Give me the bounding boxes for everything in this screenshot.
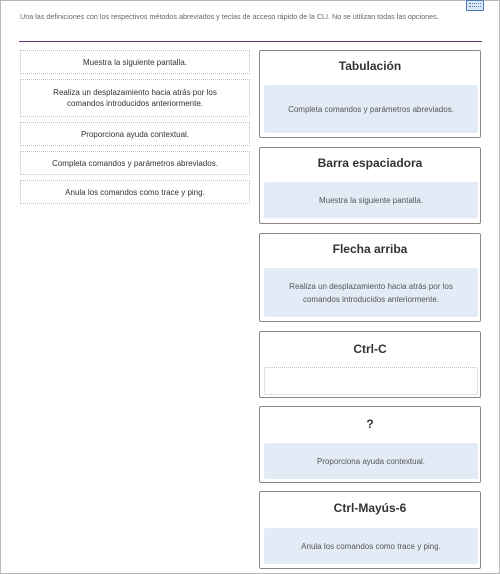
target-label: Barra espaciadora (317, 156, 423, 170)
drop-zone[interactable]: Completa comandos y parámetros abreviado… (264, 85, 478, 133)
keyboard-icon[interactable] (466, 0, 484, 11)
instructions-text: Una las definiciones con los respectivos… (20, 12, 439, 21)
target-question-mark: ? Proporciona ayuda contextual. (259, 406, 481, 483)
drop-zone[interactable]: Muestra la siguiente pantalla. (264, 182, 478, 218)
drop-zone-empty[interactable] (264, 367, 478, 395)
target-ctrl-mayus-6: Ctrl-Mayús-6 Anula los comandos como tra… (259, 491, 481, 569)
option-item[interactable]: Completa comandos y parámetros abreviado… (20, 151, 250, 175)
drop-zone[interactable]: Realiza un desplazamiento hacia atrás po… (264, 268, 478, 317)
option-item[interactable]: Muestra la siguiente pantalla. (20, 50, 250, 74)
target-ctrl-c: Ctrl-C (259, 331, 481, 398)
drop-zone[interactable]: Anula los comandos como trace y ping. (264, 528, 478, 564)
target-barra-espaciadora: Barra espaciadora Muestra la siguiente p… (259, 147, 481, 224)
option-item[interactable]: Anula los comandos como trace y ping. (20, 180, 250, 204)
target-tabulacion: Tabulación Completa comandos y parámetro… (259, 50, 481, 138)
target-flecha-arriba: Flecha arriba Realiza un desplazamiento … (259, 233, 481, 322)
target-label: Flecha arriba (332, 242, 408, 256)
drop-zone[interactable]: Proporciona ayuda contextual. (264, 443, 478, 479)
target-label: ? (366, 417, 374, 431)
option-item[interactable]: Realiza un desplazamiento hacia atrás po… (20, 79, 250, 117)
target-label: Ctrl-C (353, 342, 387, 356)
target-label: Ctrl-Mayús-6 (333, 501, 407, 515)
divider (19, 41, 482, 42)
options-list: Muestra la siguiente pantalla. Realiza u… (20, 50, 250, 209)
target-label: Tabulación (338, 59, 402, 73)
option-item[interactable]: Proporciona ayuda contextual. (20, 122, 250, 146)
